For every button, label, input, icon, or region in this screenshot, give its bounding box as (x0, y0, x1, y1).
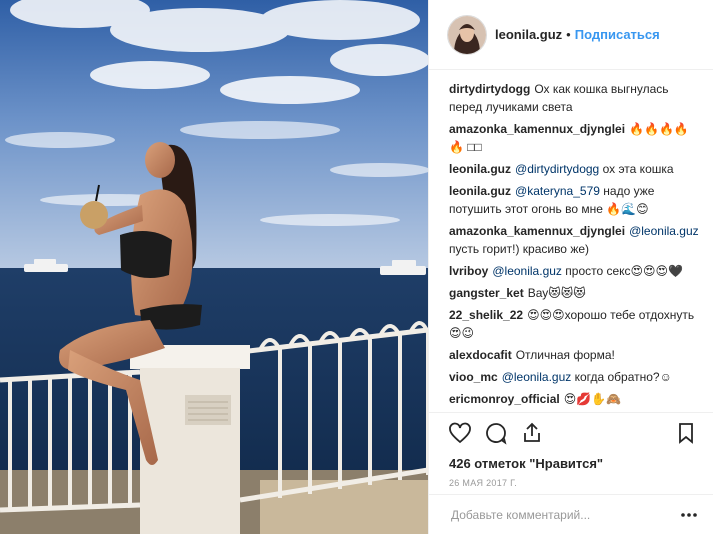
comment-author-link[interactable]: amazonka_kamennux_djynglei (449, 224, 625, 238)
post-actions (429, 412, 713, 452)
avatar-image (448, 15, 486, 54)
more-dots-icon[interactable] (679, 505, 699, 525)
comment-text: Отличная форма! (515, 348, 615, 362)
heart-icon[interactable] (447, 420, 473, 446)
comment-author-link[interactable]: lvriboy (449, 264, 488, 278)
post-photo[interactable] (0, 0, 428, 534)
comment-author-link[interactable]: leonila.guz (449, 184, 511, 198)
avatar[interactable] (447, 14, 487, 55)
comment-item: dirtydirtydogg Ох как кошка выгнулась пер… (449, 80, 701, 116)
comment-item: alexdocafit Отличная форма! (449, 346, 701, 364)
comment-text: ох эта кошка (602, 162, 674, 176)
add-comment-bar (429, 494, 713, 534)
comments-list[interactable]: dirtydirtydogg Ох как кошка выгнулась пер… (429, 70, 713, 412)
comment-item: leonila.guz @kateryna_579 надо уже потуши… (449, 182, 701, 218)
comment-author-link[interactable]: dirtydirtydogg (449, 82, 530, 96)
comment-author-link[interactable]: vioo_mc (449, 370, 498, 384)
likes-count[interactable]: 426 отметок "Нравится" (429, 452, 713, 474)
comment-author-link[interactable]: amazonka_kamennux_djynglei (449, 122, 625, 136)
post-header: leonila.guz • Подписаться (429, 0, 713, 70)
comment-mention-link[interactable]: @leonila.guz (502, 370, 572, 384)
comment-text: Вау😻😻😻 (527, 286, 586, 300)
instagram-post: leonila.guz • Подписаться dirtydirtydogg… (0, 0, 713, 534)
comment-author-link[interactable]: ericmonroy_official (449, 392, 560, 406)
comment-author-link[interactable]: leonila.guz (449, 162, 511, 176)
comment-text: 😍💋✋🙈 (563, 392, 622, 406)
comment-text: когда обратно?☺ (574, 370, 672, 384)
post-date: 26 МАЯ 2017 Г. (449, 478, 518, 488)
comment-item: leonila.guz @dirtydirtydogg ох эта кошка (449, 160, 701, 178)
comment-mention-link[interactable]: @dirtydirtydogg (515, 162, 599, 176)
comment-item: vioo_mc @leonila.guz когда обратно?☺ (449, 368, 701, 386)
comment-icon[interactable] (483, 420, 509, 446)
comment-mention-link[interactable]: @leonila.guz (492, 264, 562, 278)
header-username-link[interactable]: leonila.guz (495, 27, 562, 42)
post-photo-image (0, 0, 428, 534)
comment-item: amazonka_kamennux_djynglei 🔥🔥🔥🔥🔥 □□ (449, 120, 701, 156)
comment-mention-link[interactable]: @kateryna_579 (515, 184, 600, 198)
add-comment-input[interactable] (449, 506, 679, 523)
comment-author-link[interactable]: alexdocafit (449, 348, 512, 362)
header-separator: • (566, 27, 571, 42)
comment-item: amazonka_kamennux_djynglei @leonila.guz п… (449, 222, 701, 258)
comment-item: gangster_ket Вау😻😻😻 (449, 284, 701, 302)
comment-item: ericmonroy_official 😍💋✋🙈 (449, 390, 701, 408)
comment-item: lvriboy @leonila.guz просто секс😍😍😍🖤 (449, 262, 701, 280)
comment-item: 22_shelik_22 😍😍😍хорошо тебе отдохнуть😍😉 (449, 306, 701, 342)
comment-text: просто секс😍😍😍🖤 (565, 264, 684, 278)
bookmark-icon[interactable] (673, 420, 699, 446)
follow-button[interactable]: Подписаться (575, 27, 660, 42)
comment-author-link[interactable]: gangster_ket (449, 286, 524, 300)
share-icon[interactable] (519, 420, 545, 446)
comment-mention-link[interactable]: @leonila.guz (629, 224, 699, 238)
comment-text: пусть горит!) красиво же) (449, 242, 590, 256)
post-sidebar: leonila.guz • Подписаться dirtydirtydogg… (428, 0, 713, 534)
comment-author-link[interactable]: 22_shelik_22 (449, 308, 523, 322)
